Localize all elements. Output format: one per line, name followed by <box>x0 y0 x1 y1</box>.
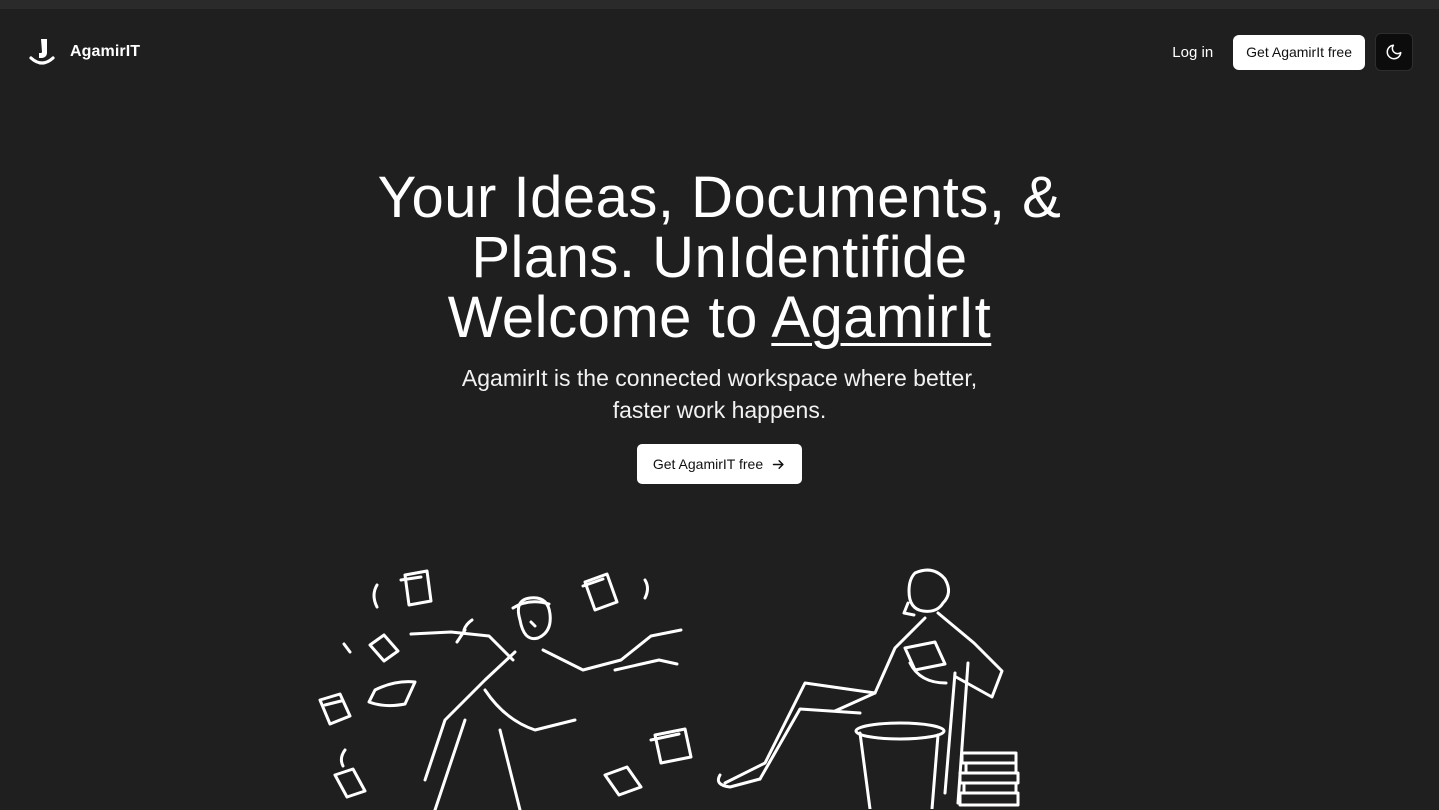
get-free-hero-button[interactable]: Get AgamirIT free <box>636 444 803 484</box>
brand-logo-icon <box>29 39 55 65</box>
headline-line-3-prefix: Welcome to <box>447 285 772 350</box>
reading-woman-illustration <box>716 568 1020 809</box>
headline-brand: AgamirIt <box>771 285 992 350</box>
hero-section: Your Ideas, Documents, & Plans. UnIdenti… <box>0 168 1439 484</box>
hero-cta-label: Get AgamirIT free <box>652 456 764 472</box>
browser-top-strip <box>0 0 1439 9</box>
headline-line-2: Plans. UnIdentifide <box>471 225 968 290</box>
juggling-papers-man-illustration <box>318 569 693 810</box>
login-button[interactable]: Log in <box>1172 44 1213 61</box>
arrow-right-icon <box>772 459 784 469</box>
moon-icon <box>1386 44 1402 60</box>
hero-headline: Your Ideas, Documents, & Plans. UnIdenti… <box>378 168 1062 348</box>
theme-toggle-button[interactable] <box>1375 33 1413 71</box>
brand[interactable]: AgamirIT <box>28 37 140 67</box>
nav-actions: Log in Get AgamirIt free <box>1172 33 1413 71</box>
hero-subtitle: AgamirIt is the connected workspace wher… <box>461 365 978 423</box>
navbar: AgamirIT Log in Get AgamirIt free <box>0 9 1439 95</box>
hero-illustrations <box>0 545 1439 810</box>
headline-line-1: Your Ideas, Documents, & <box>377 165 1062 230</box>
brand-name: AgamirIT <box>70 43 141 60</box>
get-free-nav-button[interactable]: Get AgamirIt free <box>1233 34 1365 70</box>
